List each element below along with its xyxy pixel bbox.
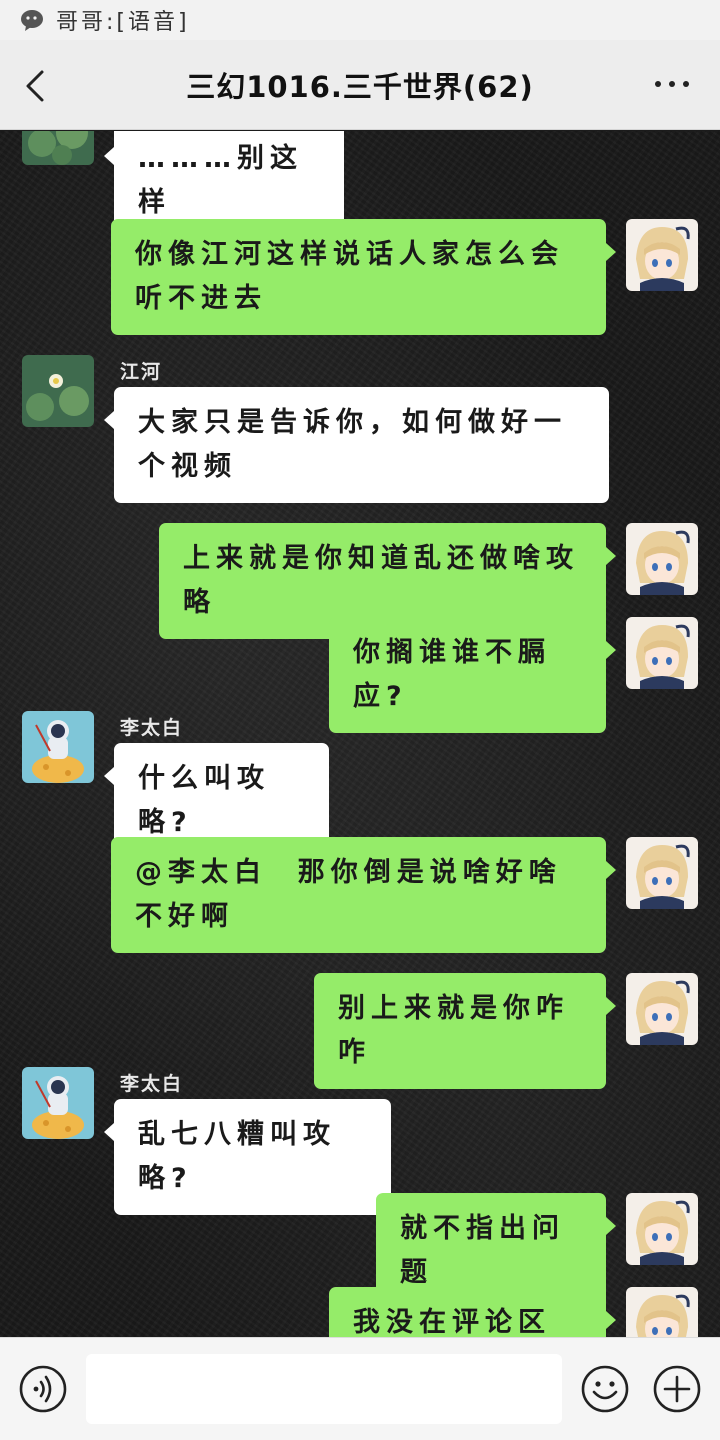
notification-bar[interactable]: 哥哥:[语音] bbox=[0, 0, 720, 40]
anime-girl-avatar[interactable] bbox=[626, 1287, 698, 1337]
lotus-pond-avatar[interactable] bbox=[22, 355, 94, 427]
voice-icon[interactable] bbox=[18, 1364, 68, 1414]
message-input[interactable] bbox=[86, 1354, 562, 1424]
anime-girl-avatar[interactable] bbox=[626, 837, 698, 909]
more-dots-icon[interactable] bbox=[652, 74, 692, 94]
anime-girl-avatar[interactable] bbox=[626, 617, 698, 689]
anime-girl-avatar-image bbox=[626, 837, 698, 909]
input-bar bbox=[0, 1337, 720, 1440]
anime-girl-avatar-image bbox=[626, 1193, 698, 1265]
message-bubble[interactable]: @李太白 那你倒是说啥好啥不好啊 bbox=[111, 837, 616, 953]
anime-girl-avatar[interactable] bbox=[626, 523, 698, 595]
anime-girl-avatar[interactable] bbox=[626, 973, 698, 1045]
astronaut-avatar-image bbox=[22, 711, 94, 783]
lotus-pond-avatar[interactable] bbox=[22, 131, 94, 165]
message-bubble[interactable]: 你搁谁谁不膈应? bbox=[329, 617, 616, 733]
anime-girl-avatar[interactable] bbox=[626, 1193, 698, 1265]
chat-header: 三幻1016.三千世界(62) bbox=[0, 40, 720, 130]
anime-girl-avatar-image bbox=[626, 523, 698, 595]
sender-name: 李太白 bbox=[120, 717, 184, 739]
lotus-pond-avatar-image bbox=[22, 131, 94, 165]
astronaut-avatar[interactable] bbox=[22, 711, 94, 783]
message-bubble[interactable]: 我没在评论区说? bbox=[329, 1287, 616, 1337]
message-bubble[interactable]: 你像江河这样说话人家怎么会听不进去 bbox=[111, 219, 616, 335]
sender-name: 江河 bbox=[120, 361, 163, 383]
anime-girl-avatar-image bbox=[626, 219, 698, 291]
message-bubble[interactable]: 乱七八糟叫攻略? bbox=[104, 1099, 391, 1215]
anime-girl-avatar[interactable] bbox=[626, 219, 698, 291]
emoji-icon[interactable] bbox=[580, 1364, 630, 1414]
plus-icon[interactable] bbox=[652, 1364, 702, 1414]
anime-girl-avatar-image bbox=[626, 617, 698, 689]
message-bubble[interactable]: 大家只是告诉你，如何做好一个视频 bbox=[104, 387, 609, 503]
wechat-icon bbox=[21, 10, 43, 31]
astronaut-avatar-image bbox=[22, 1067, 94, 1139]
chat-messages-area[interactable]: ………别这样 你像江河这样说话人家怎么会听不进去 江河 大家只是告诉你，如何做好… bbox=[0, 131, 720, 1337]
notification-text: 哥哥:[语音] bbox=[56, 10, 190, 35]
lotus-pond-avatar-image bbox=[22, 355, 94, 427]
message-bubble[interactable]: 别上来就是你咋咋 bbox=[314, 973, 616, 1089]
chat-title: 三幻1016.三千世界(62) bbox=[186, 70, 534, 104]
astronaut-avatar[interactable] bbox=[22, 1067, 94, 1139]
anime-girl-avatar-image bbox=[626, 973, 698, 1045]
sender-name: 李太白 bbox=[120, 1073, 184, 1095]
anime-girl-avatar-image bbox=[626, 1287, 698, 1337]
